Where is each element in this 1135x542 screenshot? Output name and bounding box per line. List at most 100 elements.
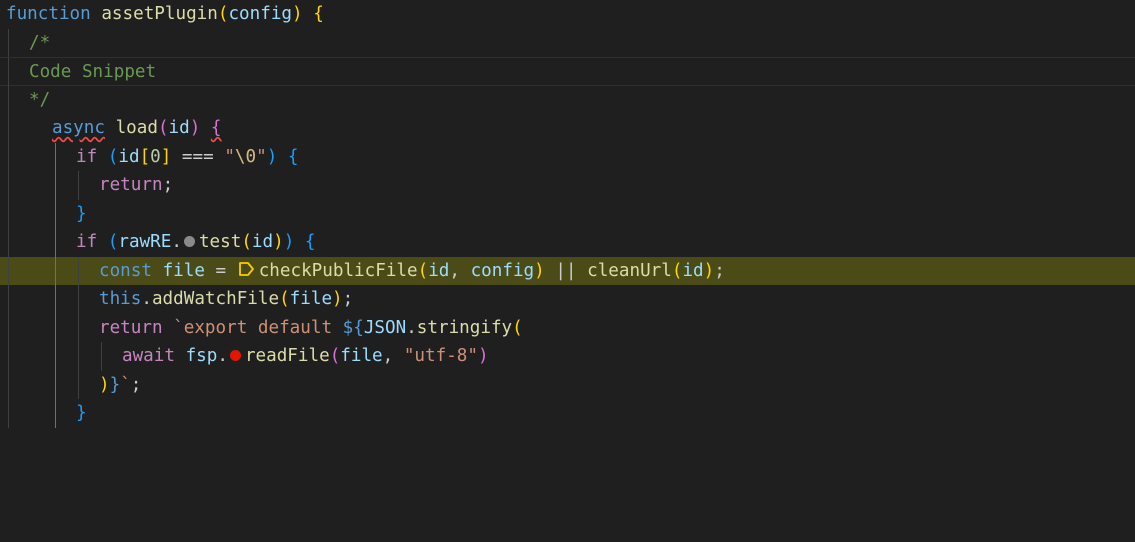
string: " <box>256 146 267 167</box>
escape: \0 <box>234 146 257 167</box>
paren: ) <box>283 232 295 252</box>
paren: ( <box>241 232 252 252</box>
code-line-5[interactable]: async load(id) { <box>0 114 1135 143</box>
argument: id <box>682 260 704 281</box>
indent-guide <box>55 399 56 428</box>
paren: ) <box>189 118 201 138</box>
indent-guide <box>8 28 9 57</box>
keyword: this <box>99 289 142 309</box>
indent-guide <box>8 58 9 87</box>
paren: ( <box>329 346 341 366</box>
dot: . <box>217 346 228 366</box>
indent-guide <box>8 171 9 200</box>
brace: { <box>287 146 299 167</box>
keyword: if <box>76 146 98 167</box>
indent-guide <box>78 370 79 399</box>
function-call: cleanUrl <box>587 260 672 281</box>
indent-guide <box>8 142 9 171</box>
argument: id <box>251 232 274 252</box>
code-line-14[interactable]: )}`; <box>0 370 1135 399</box>
param: config <box>228 4 293 24</box>
breakpoint-icon[interactable] <box>229 349 241 361</box>
paren: ( <box>217 4 229 24</box>
argument: config <box>470 260 535 281</box>
paren: ( <box>107 232 119 252</box>
indent-guide <box>78 313 79 342</box>
function-call: checkPublicFile <box>258 260 418 281</box>
paren: ) <box>273 232 284 252</box>
code-line-13[interactable]: await fsp. readFile(file, "utf-8") <box>0 342 1135 371</box>
keyword: async <box>52 118 105 138</box>
function-call: test <box>198 232 242 252</box>
indent-guide <box>8 85 9 114</box>
indent-guide <box>55 199 56 228</box>
indent-guide <box>55 285 56 314</box>
string: " <box>224 146 235 167</box>
variable: rawRE <box>118 232 172 252</box>
brace: { <box>304 232 316 252</box>
indent-guide <box>55 342 56 371</box>
function-call: addWatchFile <box>151 289 280 309</box>
paren: ( <box>107 146 119 167</box>
template-tick: ` <box>162 317 184 338</box>
dot: . <box>171 232 182 252</box>
indent-guide <box>8 228 9 257</box>
comma: , <box>382 346 404 366</box>
code-line-9[interactable]: if (rawRE. test(id)) { <box>0 228 1135 257</box>
paren: ) <box>292 4 303 24</box>
code-line-6[interactable]: if (id[0] === "\0") { <box>0 142 1135 171</box>
bracket: ] <box>160 146 172 167</box>
keyword: await <box>122 346 175 366</box>
breakpoint-disabled-icon[interactable] <box>183 235 195 247</box>
code-line-4[interactable]: */ <box>0 85 1135 114</box>
paren: ) <box>332 289 343 309</box>
variable: file <box>162 260 205 281</box>
variable: id <box>118 146 140 167</box>
indent-guide <box>8 370 9 399</box>
code-line-12[interactable]: return `export default ${JSON.stringify( <box>0 313 1135 342</box>
indent-guide <box>78 342 79 371</box>
brace: { <box>210 118 222 138</box>
semicolon: ; <box>714 260 725 281</box>
semicolon: ; <box>162 175 174 195</box>
code-editor[interactable]: function assetPlugin(config) { /* Code S… <box>0 0 1135 431</box>
function-call: stringify <box>416 317 513 338</box>
paren: ( <box>417 260 429 281</box>
code-line-3[interactable]: Code Snippet <box>0 57 1135 87</box>
operator: === <box>171 146 225 167</box>
indent-guide <box>55 171 56 200</box>
function-name: assetPlugin <box>101 4 218 24</box>
template-close: } <box>109 374 121 395</box>
paren: ( <box>512 317 523 338</box>
brace: } <box>76 203 87 224</box>
code-line-7[interactable]: return; <box>0 171 1135 200</box>
argument: file <box>289 289 333 309</box>
code-line-10[interactable]: const file = checkPublicFile(id, config)… <box>0 256 1135 285</box>
dot: . <box>406 317 417 338</box>
indent-guide <box>55 313 56 342</box>
code-line-2[interactable]: /* <box>0 28 1135 57</box>
param: id <box>168 118 190 138</box>
argument: id <box>428 260 450 281</box>
brace: } <box>76 403 87 423</box>
indent-guide <box>8 313 9 342</box>
code-line-15[interactable]: } <box>0 399 1135 428</box>
indent-guide <box>8 114 9 143</box>
paren: ) <box>99 374 110 395</box>
keyword: function <box>6 4 91 24</box>
code-line-1[interactable]: function assetPlugin(config) { <box>0 0 1135 29</box>
indent-guide <box>78 171 79 200</box>
indent-guide <box>8 199 9 228</box>
indent-guide <box>78 256 79 285</box>
keyword: if <box>76 232 98 252</box>
code-line-11[interactable]: this.addWatchFile(file); <box>0 285 1135 314</box>
paren: ( <box>671 260 683 281</box>
comment: */ <box>29 89 51 110</box>
indent-guide <box>55 228 56 257</box>
indent-guide <box>78 285 79 314</box>
paren: ) <box>266 146 278 167</box>
keyword: return <box>99 175 163 195</box>
debug-stack-frame-icon[interactable] <box>237 260 255 278</box>
number: 0 <box>150 146 161 167</box>
code-line-8[interactable]: } <box>0 199 1135 228</box>
